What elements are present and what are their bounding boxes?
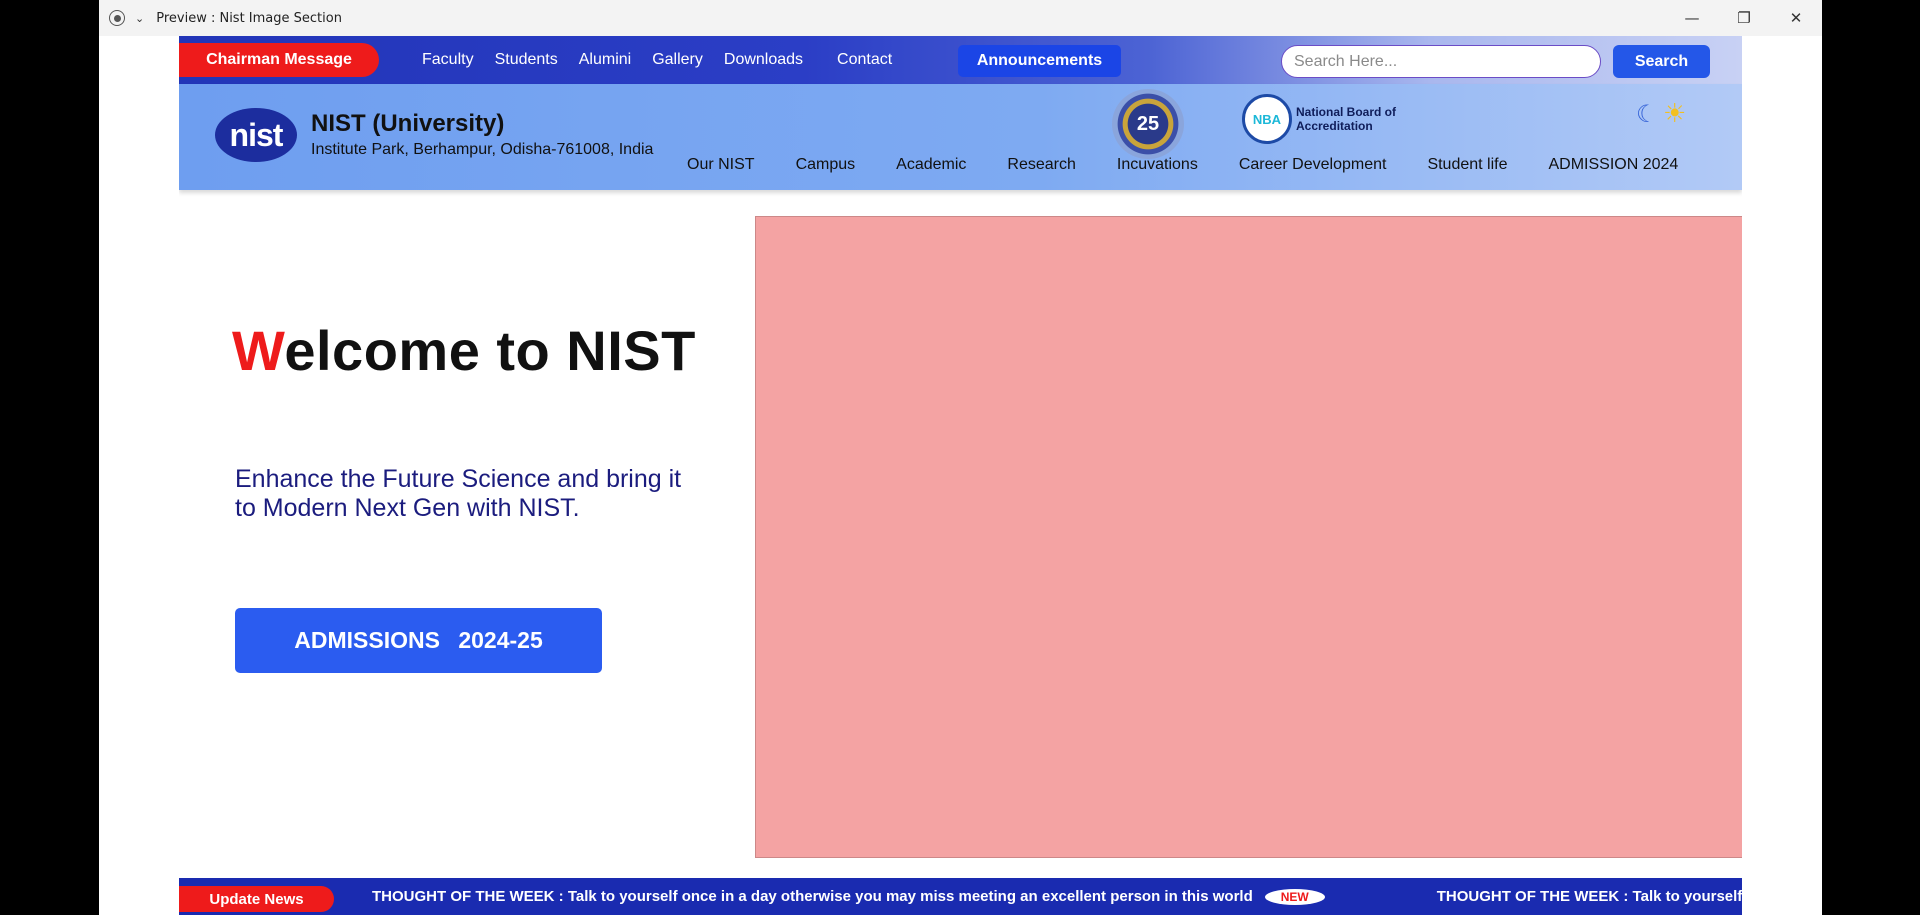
nav-student-life[interactable]: Student life: [1427, 156, 1507, 174]
nba-accreditation: NBA National Board of Accreditation: [1242, 94, 1406, 144]
nav-career-development[interactable]: Career Development: [1239, 156, 1387, 174]
window-title: Preview : Nist Image Section: [156, 10, 342, 26]
moon-icon[interactable]: ☾: [1636, 100, 1658, 129]
nav-incuvations[interactable]: Incuvations: [1117, 156, 1198, 174]
news-ticker: Update News THOUGHT OF THE WEEK : Talk t…: [179, 878, 1742, 915]
image-section-placeholder: [755, 216, 1742, 858]
nav-campus[interactable]: Campus: [796, 156, 856, 174]
top-nav: Faculty Students Alumini Gallery Downloa…: [422, 36, 913, 84]
university-address: Institute Park, Berhampur, Odisha-761008…: [311, 141, 654, 158]
search-input[interactable]: [1281, 45, 1601, 78]
nav-gallery[interactable]: Gallery: [652, 51, 703, 69]
nav-research[interactable]: Research: [1007, 156, 1075, 174]
new-badge: NEW: [1264, 888, 1325, 905]
top-bar: Chairman Message Faculty Students Alumin…: [179, 36, 1742, 84]
nav-alumini[interactable]: Alumini: [579, 51, 631, 69]
nav-academic[interactable]: Academic: [896, 156, 966, 174]
nist-logo[interactable]: nist: [215, 108, 297, 162]
minimize-button[interactable]: —: [1666, 0, 1718, 36]
search-button[interactable]: Search: [1613, 45, 1710, 78]
record-icon[interactable]: [109, 10, 125, 26]
nav-students[interactable]: Students: [495, 51, 558, 69]
chevron-down-icon[interactable]: ⌄: [135, 12, 144, 25]
welcome-heading: Welcome to NIST: [232, 318, 696, 383]
admissions-button[interactable]: ADMISSIONS 2024-25: [235, 608, 602, 673]
announcements-button[interactable]: Announcements: [958, 45, 1121, 77]
preview-window: ⌄ Preview : Nist Image Section — ❐ ✕ Cha…: [99, 0, 1822, 915]
chairman-message-button[interactable]: Chairman Message: [179, 43, 379, 77]
news-marquee: THOUGHT OF THE WEEK : Talk to yourself o…: [372, 878, 1742, 915]
nav-faculty[interactable]: Faculty: [422, 51, 474, 69]
anniversary-badge: 25: [1112, 89, 1184, 159]
welcome-initial: W: [232, 319, 285, 382]
news-message: THOUGHT OF THE WEEK : Talk to yourself o…: [372, 888, 1253, 905]
nba-logo: NBA: [1242, 94, 1292, 144]
page: Chairman Message Faculty Students Alumin…: [179, 36, 1742, 915]
nav-admission-2024[interactable]: ADMISSION 2024: [1549, 156, 1679, 174]
update-news-label: Update News: [179, 886, 334, 912]
university-name: NIST (University): [311, 110, 505, 137]
hero-tagline: Enhance the Future Science and bring it …: [235, 465, 682, 522]
nav-contact[interactable]: Contact: [837, 51, 892, 69]
welcome-rest: elcome to NIST: [284, 319, 696, 382]
nav-our-nist[interactable]: Our NIST: [687, 156, 755, 174]
news-message-repeat: THOUGHT OF THE WEEK : Talk to yourself o…: [1436, 888, 1742, 905]
restore-button[interactable]: ❐: [1718, 0, 1770, 36]
badge-number: 25: [1136, 112, 1160, 135]
main-nav: Our NIST Campus Academic Research Incuva…: [687, 156, 1678, 174]
site-header: nist NIST (University) Institute Park, B…: [179, 84, 1742, 190]
nba-label: National Board of Accreditation: [1296, 105, 1397, 133]
close-button[interactable]: ✕: [1770, 0, 1822, 36]
sun-icon[interactable]: ☀: [1663, 98, 1686, 129]
nav-downloads[interactable]: Downloads: [724, 51, 803, 69]
window-titlebar: ⌄ Preview : Nist Image Section — ❐ ✕: [99, 0, 1822, 36]
